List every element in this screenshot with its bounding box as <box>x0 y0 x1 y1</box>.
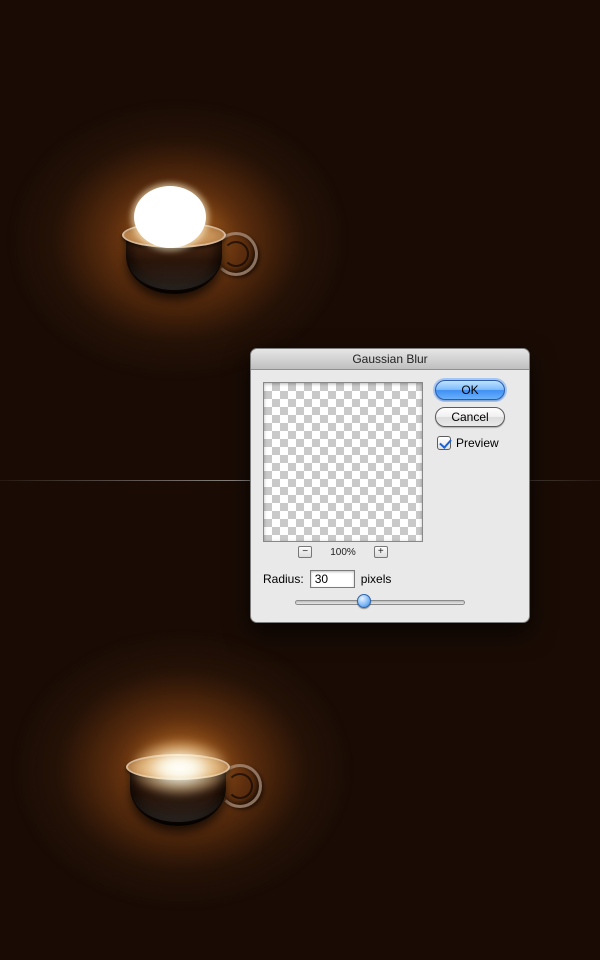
radius-slider[interactable] <box>295 594 465 610</box>
preview-toggle-label: Preview <box>456 436 499 450</box>
radius-label: Radius: <box>263 572 304 586</box>
zoom-in-button[interactable]: + <box>374 546 388 558</box>
preview-toggle[interactable]: Preview <box>437 436 499 450</box>
zoom-percent-label: 100% <box>330 547 356 558</box>
radius-unit-label: pixels <box>361 572 392 586</box>
zoom-out-button[interactable]: − <box>298 546 312 558</box>
ok-button[interactable]: OK <box>435 380 505 400</box>
dialog-title: Gaussian Blur <box>251 349 529 370</box>
radius-input[interactable] <box>310 570 355 588</box>
highlight-blurred <box>132 740 228 796</box>
slider-track <box>295 600 465 605</box>
check-icon <box>437 436 451 450</box>
slider-thumb[interactable] <box>357 594 371 608</box>
dialog-body: − 100% + OK Cancel Preview Radius: pixel… <box>251 370 529 622</box>
gaussian-blur-dialog: Gaussian Blur − 100% + OK Cancel Preview… <box>250 348 530 623</box>
radius-row: Radius: pixels <box>263 570 391 588</box>
zoom-controls: − 100% + <box>263 546 423 558</box>
highlight-unblurred <box>134 186 206 248</box>
dialog-buttons: OK Cancel Preview <box>435 380 517 450</box>
cancel-button[interactable]: Cancel <box>435 407 505 427</box>
filter-preview[interactable] <box>263 382 423 542</box>
